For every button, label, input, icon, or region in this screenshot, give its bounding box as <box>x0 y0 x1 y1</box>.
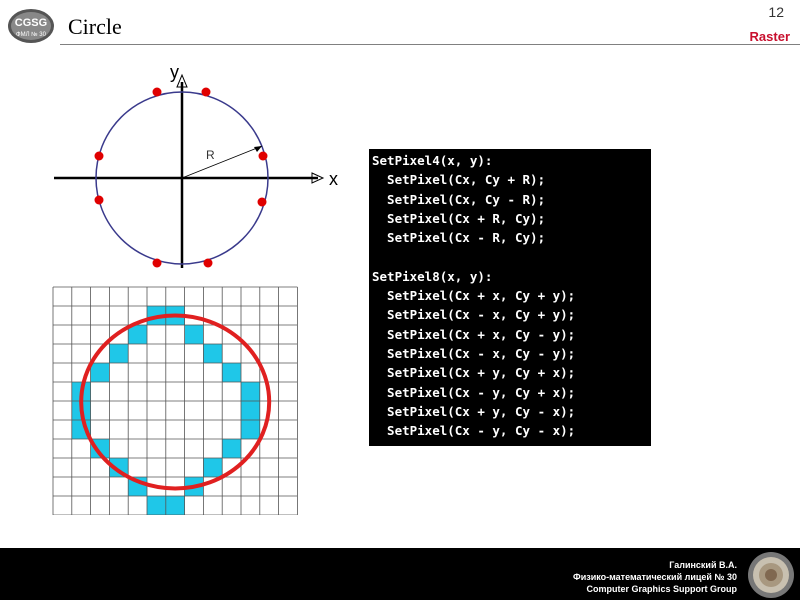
circle-point <box>94 195 104 205</box>
footer-credits: Галинский В.А. Физико-математический лиц… <box>573 559 737 595</box>
x-axis-label: x <box>329 169 338 189</box>
filled-pixel <box>222 363 241 382</box>
logo-text-top: CGSG <box>15 17 47 29</box>
code-line: SetPixel(Cx - R, Cy); <box>372 230 546 246</box>
footer-bar: Галинский В.А. Физико-математический лиц… <box>0 548 800 600</box>
circle-point <box>152 87 162 97</box>
code-line: SetPixel(Cx + y, Cy + x); <box>372 365 576 381</box>
code-line: SetPixel(Cx - x, Cy + y); <box>372 307 576 323</box>
code-line: SetPixel(Cx - y, Cy - x); <box>372 423 576 439</box>
code-line: SetPixel8(x, y): <box>372 268 493 284</box>
footer-school: Физико-математический лицей № 30 <box>573 572 737 582</box>
section-label: Raster <box>749 29 790 44</box>
circle-point <box>94 151 104 161</box>
filled-pixel <box>241 382 260 401</box>
logo-text-bottom: ФМЛ № 30 <box>16 31 47 38</box>
filled-pixel <box>147 496 166 515</box>
school-seal-icon <box>748 552 794 598</box>
circle-point <box>201 87 211 97</box>
filled-pixel <box>241 420 260 439</box>
code-line: SetPixel(Cx + x, Cy - y); <box>372 326 576 342</box>
filled-pixel <box>203 458 223 477</box>
circle-point <box>203 258 213 268</box>
filled-pixel <box>241 401 260 420</box>
code-line: SetPixel(Cx + R, Cy); <box>372 210 546 226</box>
raster-pixel-grid <box>52 286 298 515</box>
circle-point <box>152 258 162 268</box>
radius-line <box>181 145 263 179</box>
code-line: SetPixel(Cx, Cy + R); <box>372 172 546 188</box>
filled-pixel <box>203 344 223 363</box>
code-line: SetPixel(Cx, Cy - R); <box>372 191 546 207</box>
code-line: SetPixel(Cx + x, Cy + y); <box>372 288 576 304</box>
y-axis-label: y <box>170 62 179 82</box>
code-line: SetPixel(Cx - x, Cy - y); <box>372 345 576 361</box>
code-listing: SetPixel4(x, y): SetPixel(Cx, Cy + R); S… <box>369 149 651 446</box>
filled-pixel <box>222 439 241 458</box>
radius-label: R <box>206 148 215 162</box>
slide-number: 12 <box>768 4 784 20</box>
filled-pixel <box>90 363 110 382</box>
circle-axes-diagram: x y R <box>54 62 338 268</box>
filled-pixel <box>165 496 185 515</box>
filled-pixel <box>109 344 129 363</box>
filled-pixel <box>184 325 204 344</box>
code-line: SetPixel4(x, y): <box>372 153 493 168</box>
cgsg-logo: CGSG ФМЛ № 30 <box>8 9 54 43</box>
circle-point <box>257 197 267 207</box>
code-line: SetPixel(Cx + y, Cy - x); <box>372 403 576 419</box>
circle-point <box>258 151 268 161</box>
header-divider <box>60 44 800 45</box>
footer-author: Галинский В.А. <box>669 560 737 570</box>
slide-title: Circle <box>68 14 122 39</box>
code-line: SetPixel(Cx - y, Cy + x); <box>372 384 576 400</box>
footer-group: Computer Graphics Support Group <box>586 584 737 594</box>
